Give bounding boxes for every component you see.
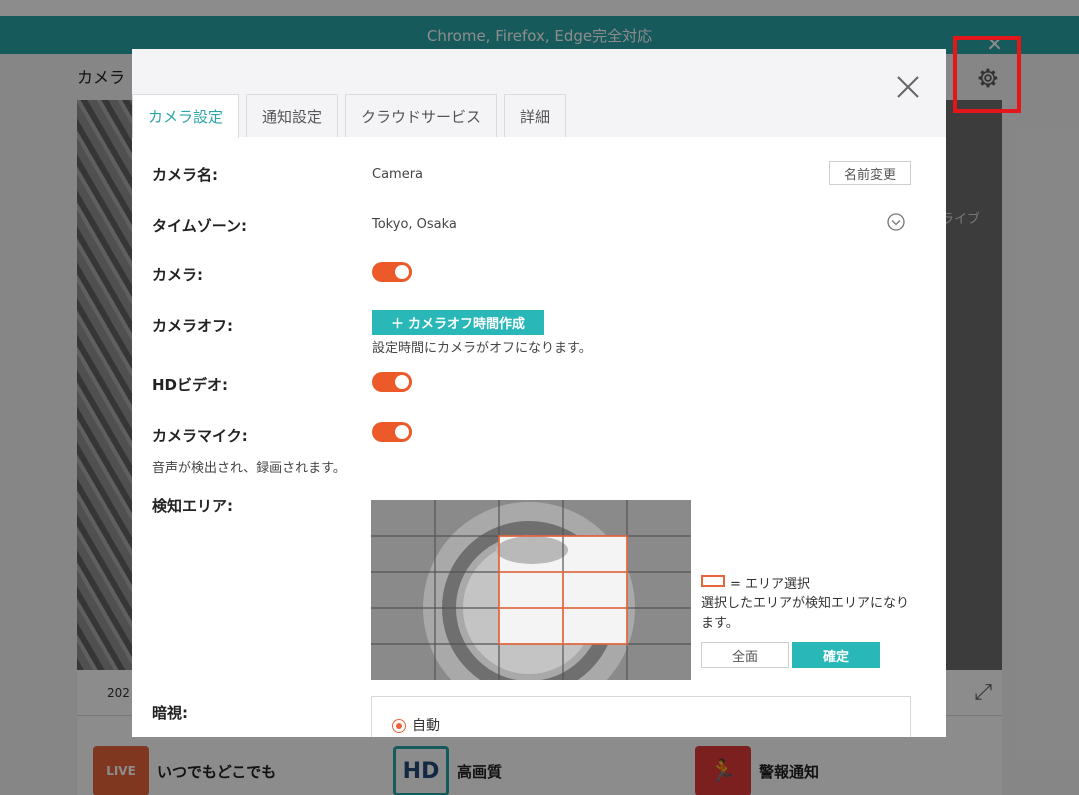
area-legend-text: = エリア選択 (730, 577, 811, 592)
area-description: 選択したエリアが検知エリアになります。 (701, 596, 910, 631)
night-vision-auto-radio[interactable] (392, 719, 406, 733)
camera-off-hint: 設定時間にカメラがオフになります。 (372, 341, 592, 356)
detection-area-label: 検知エリア: (152, 497, 233, 515)
chevron-down-icon (887, 213, 905, 231)
night-vision-options: 自動 (371, 696, 911, 737)
select-all-area-button[interactable]: 全面 (701, 642, 789, 668)
detection-area-grid[interactable] (371, 500, 691, 680)
tab-details[interactable]: 詳細 (504, 94, 567, 137)
timezone-dropdown[interactable] (886, 212, 906, 232)
rename-button[interactable]: 名前変更 (829, 161, 911, 185)
camera-off-label: カメラオフ: (152, 317, 233, 335)
timezone-value[interactable]: Tokyo, Osaka (372, 217, 457, 232)
tab-notification-settings[interactable]: 通知設定 (246, 94, 339, 137)
camera-label: カメラ: (152, 266, 203, 284)
close-icon (897, 76, 919, 98)
timezone-label: タイムゾーン: (152, 217, 247, 235)
settings-tabs: カメラ設定 通知設定 クラウドサービス 詳細 (132, 94, 567, 138)
camera-mic-label: カメラマイク: (152, 427, 248, 445)
tab-cloud-service[interactable]: クラウドサービス (345, 94, 498, 137)
create-camera-off-schedule-button[interactable]: ＋ カメラオフ時間作成 (372, 310, 544, 335)
camera-mic-hint: 音声が検出され、録画されます。 (152, 461, 346, 476)
hd-video-toggle[interactable] (372, 372, 412, 392)
camera-settings-modal: カメラ設定 通知設定 クラウドサービス 詳細 カメラ名: Camera 名前変更… (132, 49, 946, 737)
camera-mic-toggle[interactable] (372, 422, 412, 442)
plus-icon: ＋ (390, 317, 404, 332)
night-vision-label: 暗視: (152, 704, 188, 722)
create-button-label: カメラオフ時間作成 (408, 317, 526, 332)
camera-name-label: カメラ名: (152, 166, 218, 184)
hd-video-label: HDビデオ: (152, 376, 229, 394)
night-vision-auto-label[interactable]: 自動 (412, 715, 440, 735)
confirm-area-button[interactable]: 確定 (792, 642, 880, 668)
detection-grid-drawing (371, 500, 691, 680)
settings-highlight-box (953, 36, 1021, 113)
close-button[interactable] (894, 73, 922, 101)
camera-toggle[interactable] (372, 262, 412, 282)
tab-camera-settings[interactable]: カメラ設定 (132, 94, 240, 138)
camera-name-value: Camera (372, 167, 424, 182)
area-legend-swatch (701, 575, 725, 587)
modal-header: カメラ設定 通知設定 クラウドサービス 詳細 (132, 49, 946, 138)
